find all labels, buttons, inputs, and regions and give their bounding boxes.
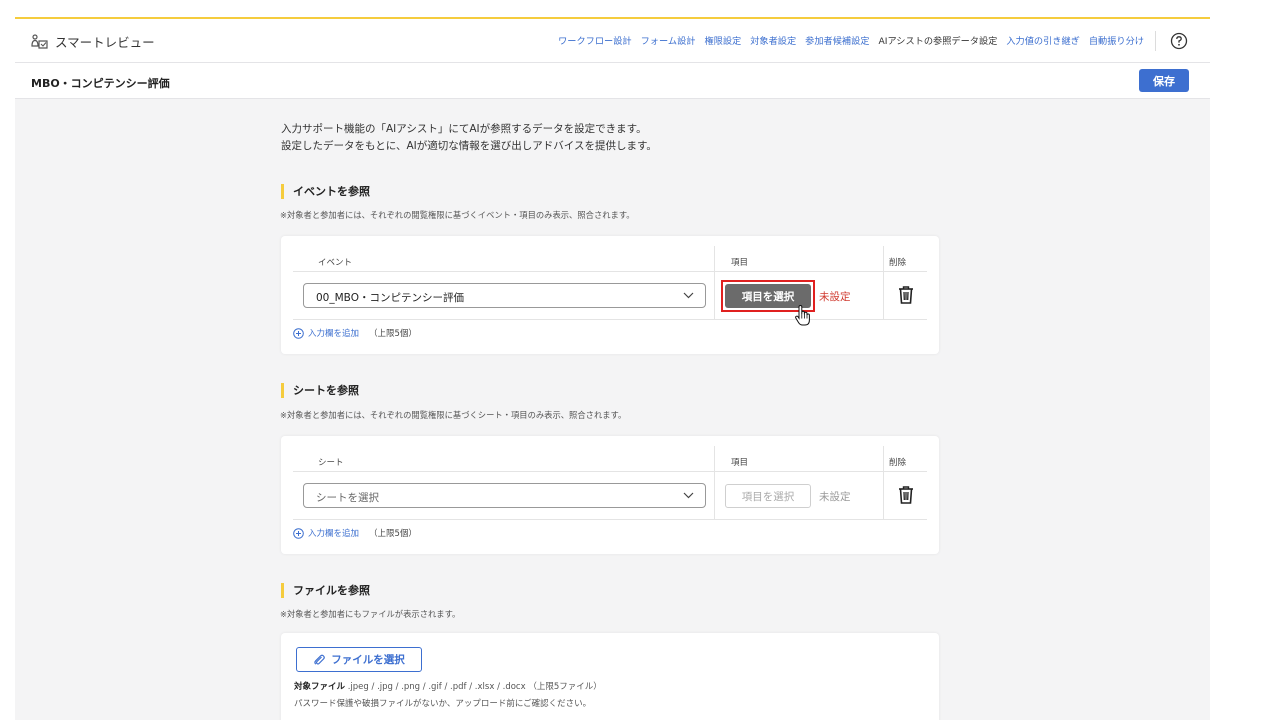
brand-name: スマートレビュー	[55, 35, 155, 50]
page-header: MBO・コンピテンシー評価 保存	[15, 63, 1210, 99]
event-section-note: ※対象者と参加者には、それぞれの閲覧権限に基づくイベント・項目のみ表示、照合され…	[280, 210, 635, 220]
event-section-heading: イベントを参照	[281, 183, 370, 199]
chevron-down-icon	[683, 492, 694, 499]
file-types-list: .jpeg / .jpg / .png / .gif / .pdf / .xls…	[347, 682, 526, 692]
trash-icon[interactable]	[897, 285, 915, 305]
file-warning: パスワード保護や破損ファイルがないか、アップロード前にご確認ください。	[294, 699, 592, 709]
col-item: 項目	[731, 458, 749, 468]
sheet-table-header: シート 項目 削除	[293, 446, 927, 472]
nav-workflow-design[interactable]: ワークフロー設計	[558, 33, 632, 47]
add-event-row[interactable]: 入力欄を追加 （上限5個）	[293, 327, 417, 339]
row-divider	[293, 319, 927, 320]
file-types-label: 対象ファイル	[294, 682, 346, 692]
intro-line-1: 入力サポート機能の「AIアシスト」にてAIが参照するデータを設定できます。	[281, 123, 647, 135]
col-sheet: シート	[318, 458, 344, 468]
hand-pointer-icon	[795, 304, 810, 326]
nav-permissions[interactable]: 権限設定	[704, 33, 741, 47]
sheet-select[interactable]: シートを選択	[303, 483, 706, 508]
section-accent-bar	[281, 382, 284, 398]
event-select[interactable]: 00_MBO・コンピテンシー評価	[303, 283, 706, 308]
event-card: イベント 項目 削除 00_MBO・コンピテンシー評価 項目を選択 未設定 入力…	[281, 236, 939, 354]
nav-target-settings[interactable]: 対象者設定	[750, 33, 796, 47]
col-delete: 削除	[889, 258, 907, 268]
add-limit-text: （上限5個）	[369, 529, 417, 539]
add-limit-text: （上限5個）	[369, 329, 417, 339]
nav-form-design[interactable]: フォーム設計	[641, 33, 696, 47]
nav-participant-candidates[interactable]: 参加者候補設定	[805, 33, 869, 47]
add-sheet-row[interactable]: 入力欄を追加 （上限5個）	[293, 527, 417, 539]
add-input-link[interactable]: 入力欄を追加	[308, 327, 359, 339]
app-logo-icon	[31, 33, 48, 49]
file-section-title: ファイルを参照	[293, 584, 370, 597]
file-section-heading: ファイルを参照	[281, 582, 370, 598]
select-file-button[interactable]: ファイルを選択	[296, 647, 422, 672]
file-section-note: ※対象者と参加者にもファイルが表示されます。	[280, 609, 461, 619]
select-item-button-disabled: 項目を選択	[725, 484, 811, 508]
sheet-select-placeholder: シートを選択	[316, 492, 379, 504]
section-accent-bar	[281, 582, 284, 598]
file-card: ファイルを選択 対象ファイル .jpeg / .jpg / .png / .gi…	[281, 633, 939, 720]
event-section-title: イベントを参照	[293, 185, 370, 198]
top-navigation-bar: スマートレビュー ワークフロー設計 フォーム設計 権限設定 対象者設定 参加者候…	[15, 19, 1210, 63]
help-icon[interactable]	[1169, 31, 1189, 51]
sheet-card: シート 項目 削除 シートを選択 項目を選択 未設定 入力欄を追加 （上限5個）	[281, 436, 939, 554]
sheet-section-heading: シートを参照	[281, 382, 359, 398]
brand[interactable]: スマートレビュー	[31, 32, 155, 51]
plus-circle-icon	[293, 327, 304, 339]
intro-text: 入力サポート機能の「AIアシスト」にてAIが参照するデータを設定できます。 設定…	[281, 121, 941, 155]
row-divider	[293, 519, 927, 520]
column-divider	[714, 246, 715, 320]
sheet-section-title: シートを参照	[293, 384, 359, 397]
nav-ai-assist-reference-data[interactable]: AIアシストの参照データ設定	[878, 33, 997, 47]
nav-divider	[1155, 31, 1156, 51]
event-table-header: イベント 項目 削除	[293, 246, 927, 272]
trash-icon[interactable]	[897, 485, 915, 505]
item-status: 未設定	[819, 491, 851, 503]
event-select-value: 00_MBO・コンピテンシー評価	[316, 292, 464, 304]
column-divider	[714, 446, 715, 520]
select-file-label: ファイルを選択	[331, 654, 405, 666]
plus-circle-icon	[293, 527, 304, 539]
file-limit: （上限5ファイル）	[528, 682, 602, 692]
col-item: 項目	[731, 258, 749, 268]
nav-auto-assignment[interactable]: 自動振り分け	[1089, 33, 1144, 47]
column-divider	[883, 446, 884, 520]
paperclip-icon	[314, 654, 326, 665]
col-event: イベント	[318, 258, 353, 268]
intro-line-2: 設定したデータをもとに、AIが適切な情報を選び出しアドバイスを提供します。	[281, 140, 657, 152]
main-nav: ワークフロー設計 フォーム設計 権限設定 対象者設定 参加者候補設定 AIアシス…	[558, 33, 1144, 47]
page-title: MBO・コンピテンシー評価	[31, 77, 170, 90]
chevron-down-icon	[683, 292, 694, 299]
section-accent-bar	[281, 183, 284, 199]
col-delete: 削除	[889, 458, 907, 468]
sheet-section-note: ※対象者と参加者には、それぞれの閲覧権限に基づくシート・項目のみ表示、照合されま…	[280, 410, 627, 420]
save-button[interactable]: 保存	[1139, 69, 1189, 92]
column-divider	[883, 246, 884, 320]
file-types: 対象ファイル .jpeg / .jpg / .png / .gif / .pdf…	[294, 680, 602, 692]
add-input-link[interactable]: 入力欄を追加	[308, 527, 359, 539]
nav-input-carryover[interactable]: 入力値の引き継ぎ	[1006, 33, 1080, 47]
item-status: 未設定	[819, 291, 851, 303]
